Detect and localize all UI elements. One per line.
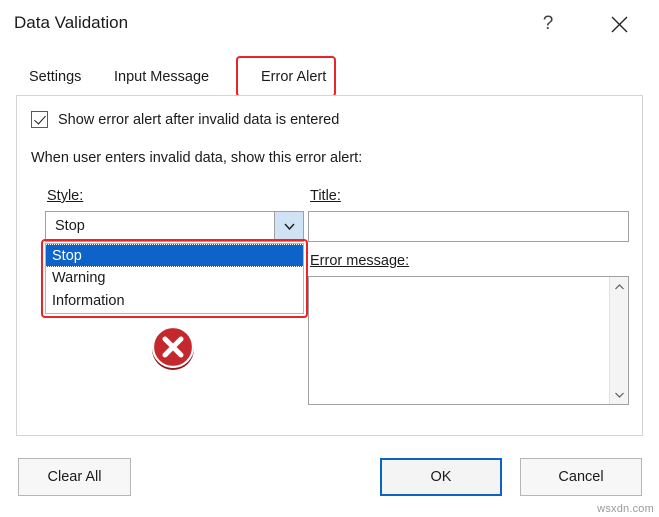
error-message-scrollbar[interactable]	[609, 277, 628, 404]
scroll-up-icon[interactable]	[610, 277, 629, 296]
tab-settings[interactable]: Settings	[29, 61, 81, 92]
title-bar: Data Validation ?	[0, 0, 659, 48]
error-message-label-text: Error message:	[310, 253, 410, 269]
style-combobox[interactable]: Stop	[45, 211, 304, 242]
help-button[interactable]: ?	[525, 4, 571, 44]
chevron-down-icon[interactable]	[274, 212, 303, 241]
cancel-label: Cancel	[558, 469, 604, 485]
title-label-text: Title:	[310, 188, 341, 204]
checkbox-icon[interactable]	[31, 111, 48, 128]
clear-all-button[interactable]: Clear All	[18, 458, 131, 496]
title-field-label: Title:	[310, 188, 341, 204]
title-input[interactable]	[308, 211, 629, 242]
close-icon[interactable]	[595, 4, 643, 44]
watermark: wsxdn.com	[597, 503, 654, 515]
data-validation-dialog: Data Validation ? Settings Input Message…	[0, 0, 659, 517]
error-message-textarea[interactable]	[308, 276, 629, 405]
ok-label: OK	[430, 469, 452, 485]
show-error-alert-checkbox-row[interactable]: Show error alert after invalid data is e…	[31, 111, 339, 128]
scroll-down-icon[interactable]	[610, 385, 629, 404]
error-alert-panel: Show error alert after invalid data is e…	[16, 95, 643, 436]
ok-button[interactable]: OK	[380, 458, 502, 496]
show-error-alert-label: Show error alert after invalid data is e…	[58, 111, 340, 128]
stop-error-icon	[145, 320, 201, 376]
instruction-text: When user enters invalid data, show this…	[31, 150, 363, 166]
error-message-label: Error message:	[310, 253, 409, 269]
clear-all-label: Clear All	[47, 469, 102, 485]
style-label: Style:	[47, 188, 83, 204]
tab-input-message[interactable]: Input Message	[114, 61, 209, 92]
dropdown-highlight	[41, 239, 308, 318]
dialog-title: Data Validation	[14, 13, 129, 32]
error-alert-tab-highlight	[236, 56, 336, 97]
cancel-button[interactable]: Cancel	[520, 458, 642, 496]
style-combobox-value: Stop	[55, 218, 85, 234]
style-label-text: Style:	[47, 188, 84, 204]
